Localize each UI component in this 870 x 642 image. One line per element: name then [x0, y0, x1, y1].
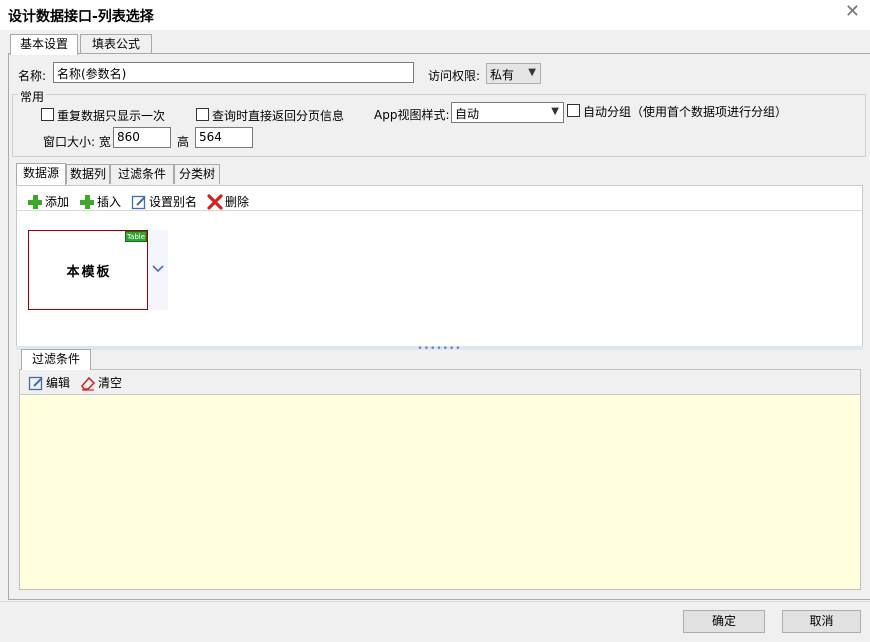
auto-group-checkbox[interactable] [567, 104, 580, 117]
tab-data-source[interactable]: 数据源 [16, 163, 66, 185]
cancel-button[interactable]: 取消 [782, 610, 861, 633]
edit-icon [131, 194, 147, 210]
set-alias-button-label: 设置别名 [149, 195, 198, 209]
card-expand-toggle[interactable] [148, 230, 168, 310]
plus-icon [27, 194, 43, 210]
chevron-down-icon: ▼ [528, 67, 536, 78]
filter-toolbar: 编辑 清空 [28, 374, 132, 391]
splitter-handle[interactable]: ••••••• [16, 344, 863, 354]
plus-icon [79, 194, 95, 210]
clear-filter-button[interactable]: 清空 [80, 374, 122, 391]
repeat-once-checkbox[interactable] [41, 108, 54, 121]
width-input[interactable]: 860 [113, 127, 171, 148]
insert-button[interactable]: 插入 [79, 193, 121, 210]
data-source-card[interactable]: Table 本模板 [28, 230, 148, 310]
chevron-down-icon: ▼ [551, 106, 559, 117]
table-badge: Table [125, 231, 147, 242]
add-button-label: 添加 [45, 195, 70, 209]
access-label: 访问权限: [428, 69, 481, 83]
eraser-icon [80, 375, 96, 391]
close-icon[interactable]: ✕ [845, 2, 860, 22]
app-view-select-value: 自动 [455, 107, 480, 121]
repeat-once-label: 重复数据只显示一次 [57, 109, 166, 123]
dialog-footer: 确定 取消 [0, 601, 870, 642]
edit-icon [28, 375, 44, 391]
filter-conditions-area[interactable] [20, 394, 860, 589]
main-tab-control: 基本设置 填表公式 名称: 名称(参数名) 访问权限: 私有 ▼ 常用 重复数据… [8, 34, 870, 600]
title-bar: 设计数据接口-列表选择 ✕ [0, 0, 870, 30]
height-input[interactable]: 564 [195, 127, 253, 148]
data-source-name: 本模板 [66, 265, 112, 280]
data-source-toolbar: 添加 插入 设置别名 删除 [27, 193, 259, 210]
edit-filter-label: 编辑 [46, 376, 71, 390]
tab-fill-formula[interactable]: 填表公式 [80, 34, 152, 54]
app-view-select[interactable]: 自动 ▼ [451, 102, 564, 123]
app-view-label: App视图样式: [374, 108, 450, 122]
chevron-down-icon [152, 265, 164, 273]
access-select[interactable]: 私有 ▼ [486, 63, 541, 84]
return-paging-checkbox[interactable] [196, 108, 209, 121]
tab-basic-settings[interactable]: 基本设置 [10, 34, 78, 55]
clear-filter-label: 清空 [98, 376, 123, 390]
name-input[interactable]: 名称(参数名) [53, 62, 414, 83]
height-label: 高 [177, 135, 190, 149]
window-size-label: 窗口大小: 宽 [43, 135, 111, 149]
insert-button-label: 插入 [97, 195, 122, 209]
tab-filter-conditions[interactable]: 过滤条件 [110, 164, 174, 184]
return-paging-label: 查询时直接返回分页信息 [212, 109, 345, 123]
access-select-value: 私有 [490, 68, 515, 82]
auto-group-label: 自动分组（使用首个数据项进行分组） [583, 105, 788, 119]
toolbar-divider [17, 210, 862, 211]
delete-x-icon [207, 193, 223, 210]
data-source-pane: 添加 插入 设置别名 删除 Table 本模板 [16, 185, 863, 347]
delete-button-label: 删除 [225, 195, 250, 209]
common-group-title: 常用 [18, 88, 47, 105]
edit-filter-button[interactable]: 编辑 [28, 374, 70, 391]
name-label: 名称: [18, 69, 47, 83]
splitter-grip-icon: ••••••• [417, 344, 462, 354]
delete-button[interactable]: 删除 [207, 193, 249, 210]
tab-filter-section[interactable]: 过滤条件 [21, 349, 91, 370]
ok-button[interactable]: 确定 [683, 610, 765, 633]
basic-settings-panel: 名称: 名称(参数名) 访问权限: 私有 ▼ 常用 重复数据只显示一次 查询时直… [8, 53, 870, 600]
tab-data-columns[interactable]: 数据列 [66, 164, 110, 184]
add-button[interactable]: 添加 [27, 193, 69, 210]
filter-pane: 编辑 清空 [19, 369, 861, 590]
tab-category-tree[interactable]: 分类树 [174, 164, 220, 184]
set-alias-button[interactable]: 设置别名 [131, 193, 197, 210]
window-title: 设计数据接口-列表选择 [8, 9, 154, 25]
